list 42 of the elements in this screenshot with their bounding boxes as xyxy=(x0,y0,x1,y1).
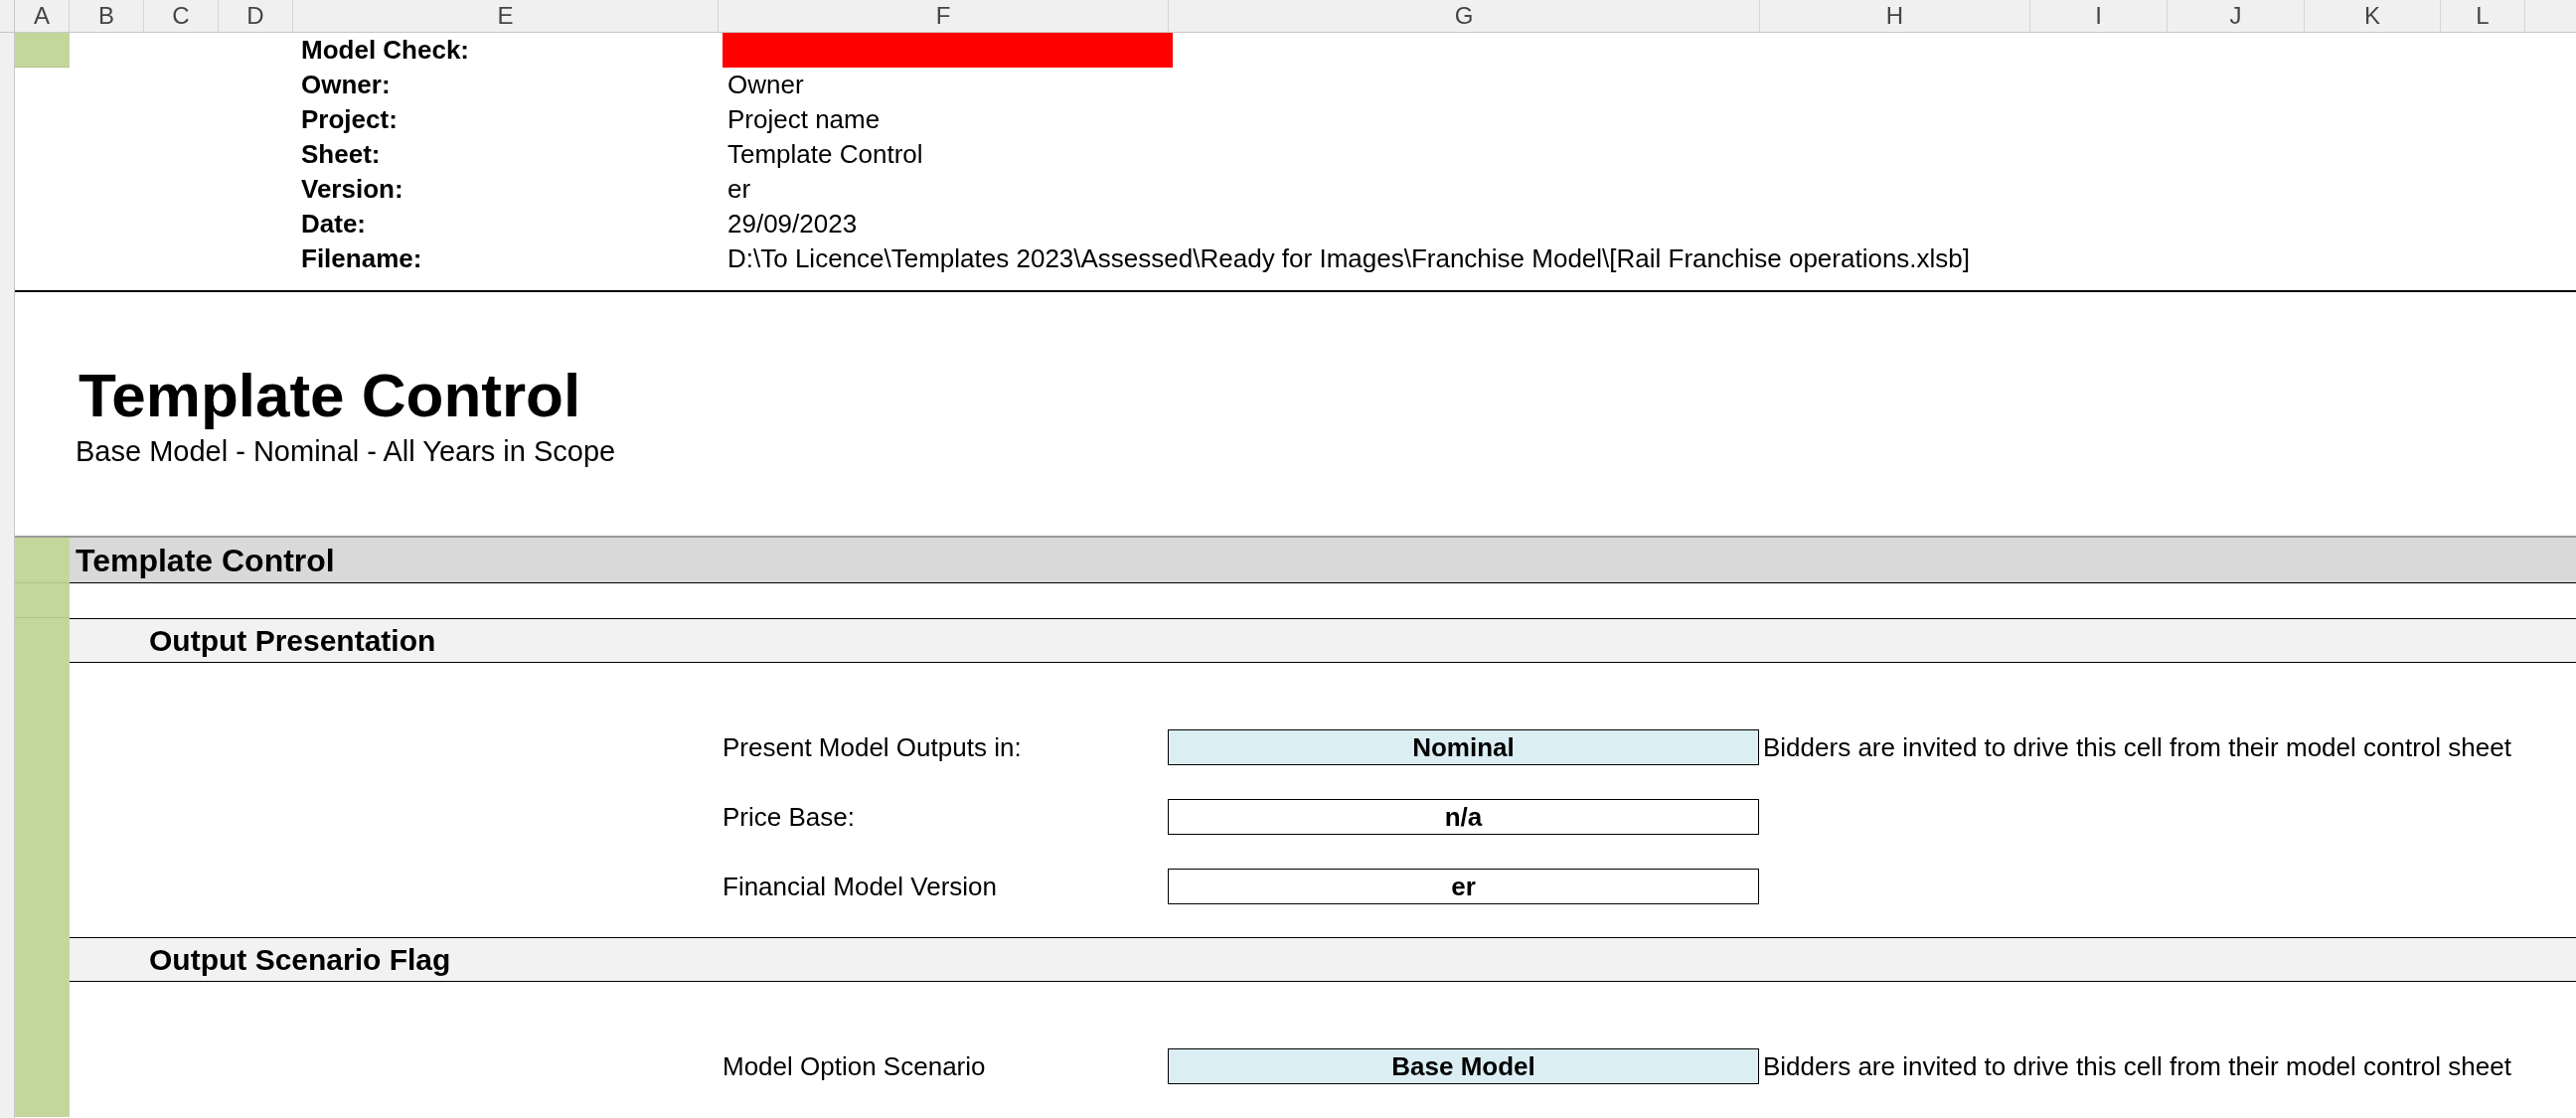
info-label: Model Check: xyxy=(300,34,471,67)
info-value: Template Control xyxy=(726,138,923,171)
shaded-cell xyxy=(15,583,70,618)
field-label: Price Base: xyxy=(723,800,856,834)
info-value: Owner xyxy=(726,69,804,101)
field-input[interactable]: Nominal xyxy=(1168,729,1759,765)
column-header[interactable]: J xyxy=(2168,0,2305,32)
info-label: Version: xyxy=(300,173,404,206)
section-header: Template Control xyxy=(70,538,2576,583)
column-header[interactable]: L xyxy=(2441,0,2525,32)
column-header[interactable]: I xyxy=(2030,0,2168,32)
info-value: 29/09/2023 xyxy=(726,208,858,240)
shaded-cell xyxy=(15,33,70,68)
info-label: Sheet: xyxy=(300,138,382,171)
column-header[interactable]: H xyxy=(1760,0,2030,32)
column-header[interactable]: G xyxy=(1169,0,1760,32)
column-header[interactable]: C xyxy=(144,0,219,32)
subsection-header: Output Scenario Flag xyxy=(70,937,2576,982)
subsection-header: Output Presentation xyxy=(70,618,2576,663)
info-value: Project name xyxy=(726,103,881,136)
info-label: Filename: xyxy=(300,242,423,275)
field-input[interactable]: er xyxy=(1168,869,1759,904)
field-label: Present Model Outputs in: xyxy=(723,730,1023,764)
column-header[interactable]: B xyxy=(70,0,144,32)
info-label: Date: xyxy=(300,208,367,240)
info-label: Owner: xyxy=(300,69,392,101)
column-header[interactable]: E xyxy=(293,0,719,32)
field-label: Model Option Scenario xyxy=(723,1049,987,1083)
field-label: Financial Model Version xyxy=(723,870,999,903)
info-value: er xyxy=(726,173,751,206)
page-subtitle: Base Model - Nominal - All Years in Scope xyxy=(76,433,617,469)
field-note: Bidders are invited to drive this cell from their model control sheet xyxy=(1763,1049,2511,1083)
info-label: Project: xyxy=(300,103,399,136)
column-header[interactable]: K xyxy=(2305,0,2441,32)
column-header[interactable]: D xyxy=(219,0,293,32)
field-input[interactable]: Base Model xyxy=(1168,1048,1759,1084)
field-input[interactable]: n/a xyxy=(1168,799,1759,835)
column-header[interactable]: A xyxy=(15,0,70,32)
shaded-cell xyxy=(15,538,70,583)
column-header[interactable]: F xyxy=(719,0,1169,32)
info-value: D:\To Licence\Templates 2023\Assessed\Ready for Images\Franchise Model\[Rail Franchise operations.xlsb] xyxy=(726,242,1971,275)
field-note: Bidders are invited to drive this cell from their model control sheet xyxy=(1763,730,2511,764)
